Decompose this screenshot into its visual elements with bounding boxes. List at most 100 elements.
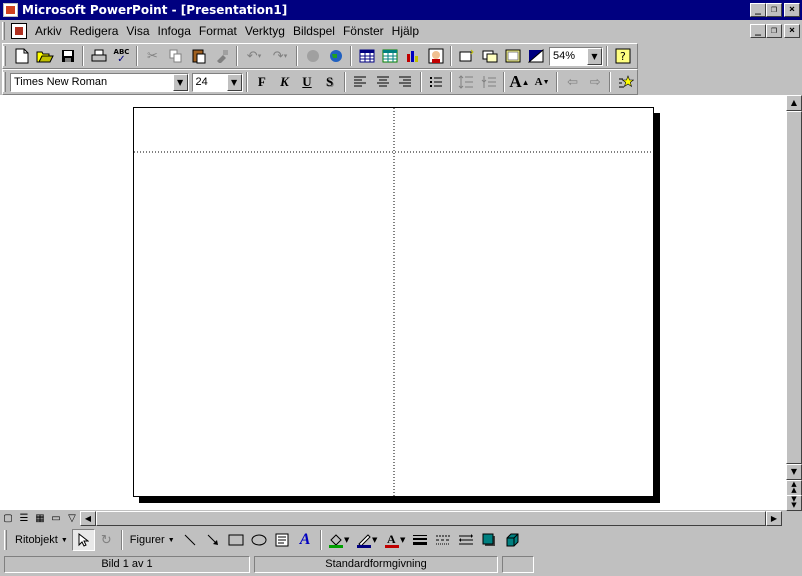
apply-design-icon[interactable] [501, 45, 524, 67]
free-rotate-icon[interactable]: ↻ [95, 529, 118, 551]
line-icon[interactable] [179, 529, 202, 551]
align-right-icon[interactable] [394, 71, 417, 93]
copy-icon[interactable] [164, 45, 187, 67]
insert-word-table-icon[interactable] [355, 45, 378, 67]
notes-view-icon[interactable]: ▭ [48, 511, 64, 526]
doc-close-button[interactable]: × [784, 24, 800, 38]
fill-color-icon[interactable]: ▼ [325, 529, 353, 551]
vertical-scrollbar[interactable]: ▲ ▼ ▲ ▲ ▼ ▼ [786, 95, 802, 511]
format-painter-icon[interactable] [210, 45, 233, 67]
document-icon[interactable] [11, 23, 27, 39]
cut-icon[interactable]: ✂ [141, 45, 164, 67]
bold-button[interactable]: F [251, 71, 274, 93]
zoom-combo[interactable]: 54% ▼ [549, 46, 603, 66]
normal-view-icon[interactable]: ▢ [0, 511, 16, 526]
scroll-thumb[interactable] [786, 111, 802, 464]
arrow-style-icon[interactable] [455, 529, 478, 551]
doc-minimize-button[interactable]: _ [750, 24, 766, 38]
underline-button[interactable]: U [296, 71, 319, 93]
font-size-dropdown-arrow[interactable]: ▼ [226, 73, 242, 91]
spelling-icon[interactable]: ABC ✓ [110, 45, 133, 67]
scroll-right-button[interactable]: ▶ [766, 511, 782, 526]
decrease-font-size-icon[interactable]: A ▼ [531, 71, 554, 93]
open-icon[interactable] [33, 45, 56, 67]
slide-position-text: Bild 1 av 1 [101, 558, 153, 570]
3d-icon[interactable] [501, 529, 524, 551]
insert-chart-icon[interactable] [401, 45, 424, 67]
arrow-icon[interactable] [202, 529, 225, 551]
select-objects-icon[interactable] [71, 529, 95, 551]
menu-infoga[interactable]: Infoga [154, 24, 195, 38]
wordart-icon[interactable]: A [294, 529, 317, 551]
shadow-icon[interactable] [478, 529, 501, 551]
new-slide-icon[interactable] [455, 45, 478, 67]
font-name-dropdown-arrow[interactable]: ▼ [172, 73, 188, 91]
slide-layout-icon[interactable] [478, 45, 501, 67]
save-icon[interactable] [56, 45, 79, 67]
toolbar-grip[interactable] [3, 46, 6, 66]
minimize-button[interactable]: _ [750, 3, 766, 17]
doc-restore-button[interactable]: ❐ [766, 24, 782, 38]
standard-toolbar: ABC ✓ ✂ ↶ ▾ ↷ ▾ 54% ▼ ? [2, 43, 638, 69]
rectangle-icon[interactable] [225, 529, 248, 551]
animation-effects-icon[interactable] [614, 71, 637, 93]
oval-icon[interactable] [248, 529, 271, 551]
web-toolbar-icon[interactable] [324, 45, 347, 67]
insert-excel-worksheet-icon[interactable] [378, 45, 401, 67]
menu-fonster[interactable]: Fönster [339, 24, 388, 38]
draw-menu-button[interactable]: Ritobjekt ▼ [11, 529, 72, 551]
hyperlink-icon[interactable] [301, 45, 324, 67]
menu-arkiv[interactable]: Arkiv [31, 24, 66, 38]
help-icon[interactable]: ? [611, 45, 634, 67]
menu-visa[interactable]: Visa [122, 24, 153, 38]
scroll-up-button[interactable]: ▲ [786, 95, 802, 111]
slide-sorter-view-icon[interactable]: ▦ [32, 511, 48, 526]
toolbar-grip[interactable] [4, 530, 7, 550]
zoom-dropdown-arrow[interactable]: ▼ [587, 47, 602, 65]
insert-clipart-icon[interactable] [424, 45, 447, 67]
increase-font-size-icon[interactable]: A ▲ [508, 71, 531, 93]
next-slide-button[interactable]: ▼ ▼ [786, 495, 802, 511]
paste-icon[interactable] [187, 45, 210, 67]
toolbar-grip[interactable] [3, 72, 6, 92]
dash-style-icon[interactable] [432, 529, 455, 551]
scroll-left-button[interactable]: ◀ [80, 511, 96, 526]
print-icon[interactable] [87, 45, 110, 67]
horizontal-scroll-thumb[interactable] [96, 511, 766, 526]
font-size-combo[interactable]: 24 ▼ [191, 72, 243, 92]
close-button[interactable]: × [784, 3, 800, 17]
line-style-icon[interactable] [409, 529, 432, 551]
slideshow-view-icon[interactable]: ▽ [64, 511, 80, 526]
font-name-combo[interactable]: Times New Roman ▼ [9, 72, 189, 92]
slide-canvas[interactable] [133, 107, 655, 498]
bullets-icon[interactable] [425, 71, 448, 93]
outline-view-icon[interactable]: ☰ [16, 511, 32, 526]
autoshapes-menu-button[interactable]: Figurer ▼ [126, 529, 179, 551]
menubar-grip[interactable] [2, 22, 5, 40]
menu-verktyg[interactable]: Verktyg [241, 24, 289, 38]
menu-format[interactable]: Format [195, 24, 241, 38]
font-color-icon[interactable]: A ▼ [381, 529, 409, 551]
design-template-panel[interactable]: Standardformgivning [254, 555, 498, 573]
align-left-icon[interactable] [349, 71, 372, 93]
menu-hjalp[interactable]: Hjälp [388, 24, 423, 38]
black-white-view-icon[interactable] [524, 45, 547, 67]
menu-bildspel[interactable]: Bildspel [289, 24, 339, 38]
scroll-down-button[interactable]: ▼ [786, 464, 802, 480]
decrease-spacing-icon[interactable] [478, 71, 501, 93]
italic-button[interactable]: K [273, 71, 296, 93]
restore-button[interactable]: ❐ [766, 3, 782, 17]
new-icon[interactable] [10, 45, 33, 67]
text-box-icon[interactable] [271, 529, 294, 551]
demote-icon[interactable]: ⇨ [584, 71, 607, 93]
promote-icon[interactable]: ⇦ [561, 71, 584, 93]
menu-redigera[interactable]: Redigera [66, 24, 123, 38]
increase-spacing-icon[interactable] [455, 71, 478, 93]
center-icon[interactable] [371, 71, 394, 93]
previous-slide-button[interactable]: ▲ ▲ [786, 480, 802, 496]
undo-icon[interactable]: ↶ ▾ [241, 45, 267, 67]
line-color-icon[interactable]: ▼ [353, 529, 381, 551]
shadow-button[interactable]: S [318, 71, 341, 93]
powerpoint-app-icon[interactable] [3, 3, 18, 17]
redo-icon[interactable]: ↷ ▾ [267, 45, 293, 67]
